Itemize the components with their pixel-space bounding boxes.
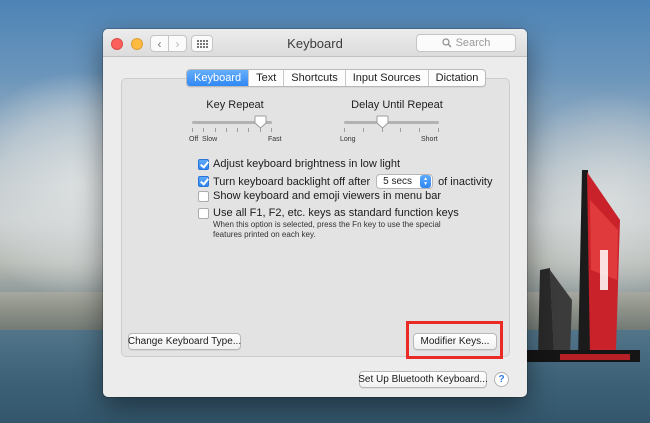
key-repeat-fast-label: Fast <box>268 136 282 143</box>
slider-tick <box>400 128 401 132</box>
slider-tick <box>438 128 439 132</box>
function-keys-note: When this option is selected, press the … <box>213 220 441 240</box>
slider-thumb[interactable] <box>254 115 267 129</box>
function-keys-note-line2: features printed on each key. <box>213 230 316 239</box>
slider-track <box>344 121 439 124</box>
highlight-box <box>406 321 503 359</box>
slider-tick <box>419 128 420 132</box>
adjust-brightness-label: Adjust keyboard brightness in low light <box>213 158 401 170</box>
slider-tick <box>203 128 204 132</box>
function-keys-checkbox[interactable] <box>198 207 209 219</box>
delay-short-label: Short <box>421 136 438 143</box>
slider-tick <box>363 128 364 132</box>
tab-text[interactable]: Text <box>248 70 283 86</box>
backlight-off-label: Turn keyboard backlight off after <box>213 175 371 188</box>
setup-bluetooth-keyboard-button[interactable]: Set Up Bluetooth Keyboard... <box>358 371 488 388</box>
adjust-brightness-checkbox[interactable] <box>198 158 209 170</box>
function-keys-note-line1: When this option is selected, press the … <box>213 220 441 229</box>
function-keys-label: Use all F1, F2, etc. keys as standard fu… <box>213 207 459 219</box>
slider-tick <box>215 128 216 132</box>
search-icon <box>441 38 452 48</box>
backlight-off-option[interactable]: Turn keyboard backlight off after 5 secs… <box>198 174 492 189</box>
key-repeat-slider[interactable] <box>192 115 272 137</box>
inactivity-label: of inactivity <box>438 175 493 188</box>
tab-shortcuts[interactable]: Shortcuts <box>283 70 344 86</box>
search-placeholder: Search <box>455 37 491 49</box>
search-field[interactable]: Search <box>416 34 516 52</box>
show-viewers-label: Show keyboard and emoji viewers in menu … <box>213 190 442 202</box>
delay-long-label: Long <box>340 136 356 143</box>
tab-dictation[interactable]: Dictation <box>427 70 486 86</box>
adjust-brightness-option[interactable]: Adjust keyboard brightness in low light <box>198 158 400 170</box>
tab-keyboard[interactable]: Keyboard <box>187 70 249 86</box>
slider-tick <box>248 128 249 132</box>
backlight-duration-popup[interactable]: 5 secs ▲ ▼ <box>376 174 434 189</box>
show-viewers-checkbox[interactable] <box>198 190 209 202</box>
sailboat-image <box>520 170 640 362</box>
tab-input-sources[interactable]: Input Sources <box>344 70 428 86</box>
slider-tick <box>237 128 238 132</box>
title-bar: ‹ › Keyboard Search <box>103 29 527 57</box>
key-repeat-title: Key Repeat <box>206 99 264 111</box>
key-repeat-slow-label: Slow <box>202 136 218 143</box>
backlight-off-checkbox[interactable] <box>198 176 209 187</box>
tab-bar: Keyboard Text Shortcuts Input Sources Di… <box>186 69 487 87</box>
key-repeat-off-label: Off <box>189 136 199 143</box>
function-keys-option[interactable]: Use all F1, F2, etc. keys as standard fu… <box>198 207 459 219</box>
up-down-arrows-icon: ▲ ▼ <box>420 175 432 188</box>
delay-until-repeat-title: Delay Until Repeat <box>351 99 443 111</box>
show-viewers-option[interactable]: Show keyboard and emoji viewers in menu … <box>198 190 441 202</box>
slider-tick <box>192 128 193 132</box>
keyboard-settings-panel: Key Repeat Off Slow Fast Delay Until Rep… <box>121 78 510 357</box>
help-button[interactable]: ? <box>494 372 509 387</box>
slider-tick <box>344 128 345 132</box>
delay-until-repeat-slider[interactable] <box>344 115 439 137</box>
slider-tick <box>271 128 272 132</box>
slider-thumb[interactable] <box>376 115 389 129</box>
backlight-duration-value: 5 secs <box>383 176 413 187</box>
slider-tick <box>226 128 227 132</box>
change-keyboard-type-button[interactable]: Change Keyboard Type... <box>128 333 241 350</box>
